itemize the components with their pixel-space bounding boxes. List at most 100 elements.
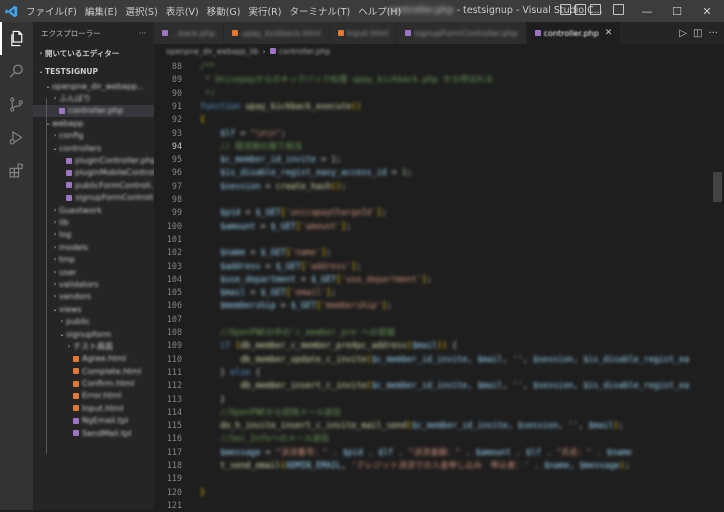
more-icon[interactable]: ···	[708, 28, 718, 39]
tree-item[interactable]: › ふんばり	[33, 92, 154, 104]
workspace-section[interactable]: ⌄ TESTSIGNUP	[33, 62, 154, 80]
editor-tab[interactable]: signupFormController.php	[397, 22, 527, 44]
search-icon[interactable]	[0, 55, 33, 88]
tree-item[interactable]: ⌄ controllers	[33, 142, 154, 154]
file-icon	[405, 30, 412, 36]
menu-item[interactable]: 表示(V)	[162, 4, 203, 18]
toggle-secondary-sidebar-icon[interactable]	[590, 4, 601, 15]
tree-item[interactable]: publicFormControll...	[33, 179, 154, 191]
code-text: }	[200, 486, 205, 499]
tree-item[interactable]: Confirm.html	[33, 377, 154, 389]
menu-item[interactable]: 選択(S)	[121, 4, 161, 18]
code-token: ;	[426, 273, 432, 284]
editor-tab[interactable]: controller.php ✕	[526, 22, 622, 44]
tree-item[interactable]: Error.html	[33, 390, 154, 402]
breadcrumb-folder[interactable]: openpne_dir_webapp_lib	[166, 47, 259, 56]
tree-item[interactable]: › public	[33, 315, 154, 327]
tree-item[interactable]: › log	[33, 229, 154, 241]
code-token: $is_disable_regist_easy_access_id	[220, 167, 387, 178]
tree-item[interactable]: › lib	[33, 216, 154, 228]
tree-item[interactable]: signupFormControll...	[33, 192, 154, 204]
tree-item[interactable]: Complete.html	[33, 365, 154, 377]
code-token: //OpenPNEの中の'c_member_pre'への登録	[220, 327, 395, 337]
tree-item[interactable]: › vendors	[33, 291, 154, 303]
code-token: =	[235, 127, 251, 138]
explorer-icon[interactable]	[0, 22, 33, 55]
code-token: ;	[331, 287, 337, 298]
code-line: 96 $is_disable_regist_easy_access_id = 1…	[154, 166, 724, 179]
breadcrumb-file[interactable]: controller.php	[279, 47, 331, 56]
editor-scrollbar[interactable]	[713, 172, 722, 202]
menu-item[interactable]: 編集(E)	[81, 4, 121, 18]
tree-item[interactable]: ⌄ openpne_dir_webapp...	[33, 80, 154, 92]
tree-item[interactable]: pluginMobileControll...	[33, 167, 154, 179]
toggle-panel-icon[interactable]	[575, 4, 586, 15]
code-text: $address = $_GET['address'];	[200, 260, 361, 273]
menu-item[interactable]: ターミナル(T)	[285, 4, 354, 18]
code-token: $address	[220, 260, 261, 271]
code-token: 'email'	[290, 287, 327, 298]
menu-item[interactable]: 実行(R)	[244, 4, 285, 18]
line-number: 90	[171, 87, 182, 98]
tree-item[interactable]: › validators	[33, 278, 154, 290]
breadcrumb: openpne_dir_webapp_lib › controller.php	[154, 44, 724, 58]
source-control-icon[interactable]	[0, 88, 33, 121]
close-button[interactable]: ✕	[692, 0, 722, 22]
tree-item[interactable]: Agree.html	[33, 353, 154, 365]
editor-tab[interactable]: upay_kickback.html	[224, 22, 330, 44]
code-token: .	[327, 446, 343, 457]
code-line: 116 //Sec_Infoへのメール送信	[154, 432, 724, 445]
run-debug-icon[interactable]	[0, 121, 33, 154]
code-token: ;	[386, 300, 392, 311]
tree-item[interactable]: › テスト画面	[33, 340, 154, 352]
editor-tab[interactable]: ...back.php	[154, 22, 225, 44]
menu-item[interactable]: 移動(G)	[203, 4, 245, 18]
code-token: $c_member_id_invite, $session	[411, 420, 559, 431]
line-number: 117	[166, 446, 182, 457]
tree-item[interactable]: ⌄ signupform	[33, 328, 154, 340]
tree-item[interactable]: › config	[33, 130, 154, 142]
tree-item-label: Confirm.html	[82, 379, 135, 389]
editor-tab[interactable]: Input.html	[329, 22, 398, 44]
tree-item[interactable]: ⌄ views	[33, 303, 154, 315]
minimize-button[interactable]: —	[632, 0, 662, 22]
workspace-label: TESTSIGNUP	[45, 66, 98, 76]
tree-item[interactable]: controller.php	[33, 104, 154, 118]
more-actions-icon[interactable]: ···	[139, 29, 146, 38]
menu-item[interactable]: ファイル(F)	[22, 4, 81, 18]
code-token: =	[260, 446, 276, 457]
tree-item[interactable]: › tmp	[33, 253, 154, 265]
tree-item[interactable]: ⌄ webapp	[33, 117, 154, 129]
tree-item[interactable]: Input.html	[33, 402, 154, 414]
maximize-button[interactable]: ☐	[662, 0, 692, 22]
close-tab-icon[interactable]: ✕	[605, 28, 613, 38]
code-line: 111 } else {	[154, 366, 724, 379]
code-text: /**	[200, 60, 215, 73]
code-token: $_GET	[270, 220, 296, 231]
tree-item[interactable]: SendMail.tpl	[33, 427, 154, 439]
tree-item[interactable]: › user	[33, 266, 154, 278]
run-icon[interactable]: ▷	[679, 28, 687, 39]
code-editor[interactable]: 88 /** 89 * Unisepayからのキックバック処理 upay_kickb…	[154, 58, 724, 510]
open-editors-section[interactable]: › 開いているエディター	[33, 44, 154, 62]
toggle-sidebar-icon[interactable]	[560, 4, 571, 15]
code-token: ,	[341, 460, 352, 470]
split-editor-icon[interactable]: ◫	[693, 28, 702, 39]
tree-item-label: Agree.html	[82, 354, 127, 364]
code-token: ;	[381, 207, 387, 218]
tree-item[interactable]: NgEmail.tpl	[33, 415, 154, 427]
indent-guide	[46, 98, 47, 454]
code-line: 118 t_send_email(ADMIN_EMAIL, 'クレジット決済での…	[154, 459, 724, 472]
tree-item[interactable]: › Guestwork	[33, 204, 154, 216]
tree-item[interactable]: › models	[33, 241, 154, 253]
tree-item[interactable]: pluginController.php	[33, 154, 154, 166]
tree-item-label: Guestwork	[59, 205, 102, 215]
tree-item-label: ふんばり	[59, 94, 91, 104]
file-icon	[66, 157, 72, 164]
customize-layout-icon[interactable]	[613, 4, 624, 15]
extensions-icon[interactable]	[0, 154, 33, 187]
code-text: $amount = $_GET['amount'];	[200, 220, 351, 233]
